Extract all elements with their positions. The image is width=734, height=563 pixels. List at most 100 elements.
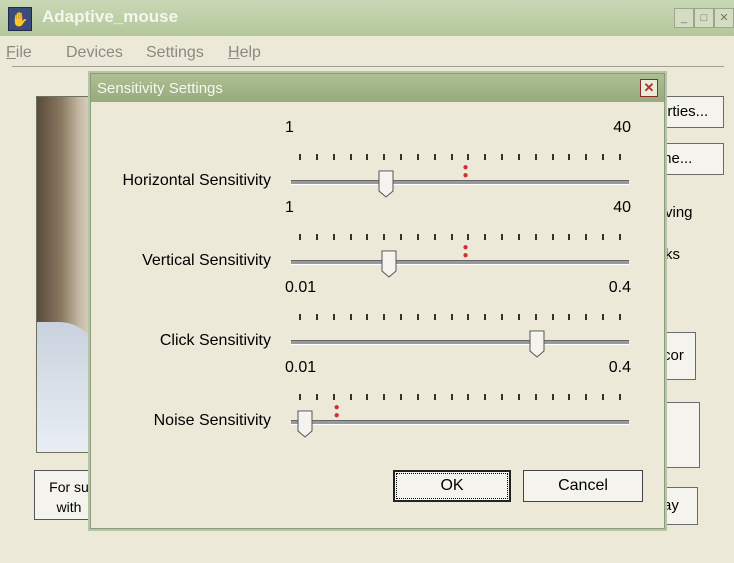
tick-mark	[602, 394, 605, 400]
tick-mark	[551, 314, 554, 320]
click-slider-track[interactable]	[291, 340, 629, 345]
tick-mark	[332, 234, 335, 240]
menu-devices[interactable]: Devices	[66, 44, 123, 62]
tick-mark	[450, 234, 453, 240]
tick-mark	[400, 314, 403, 320]
click-min-label: 0.01	[285, 279, 317, 296]
tick-mark	[602, 234, 605, 240]
tick-mark	[517, 234, 520, 240]
tick-mark	[315, 234, 318, 240]
noise-ticks	[299, 394, 621, 402]
click-ticks	[299, 314, 621, 322]
tick-mark	[400, 394, 403, 400]
tick-mark	[568, 234, 571, 240]
tick-mark	[433, 234, 436, 240]
tick-mark	[332, 394, 335, 400]
window-title: Adaptive_mouse	[42, 7, 179, 26]
tick-mark	[366, 394, 369, 400]
tick-mark	[299, 154, 301, 160]
tick-mark	[349, 314, 352, 320]
horizontal-min-label: 1	[285, 119, 294, 136]
tick-mark	[517, 314, 520, 320]
tick-mark	[568, 314, 571, 320]
tick-mark	[450, 394, 453, 400]
dialog-titlebar: Sensitivity Settings ✕	[91, 74, 664, 102]
tick-mark	[619, 154, 621, 160]
horizontal-ticks	[299, 154, 621, 162]
tick-mark	[383, 394, 386, 400]
menubar: File Devices Settings Help	[0, 38, 734, 66]
tick-mark	[467, 314, 470, 320]
noise-sensitivity-label: Noise Sensitivity	[153, 412, 271, 429]
tick-mark	[299, 234, 301, 240]
horizontal-marker-icon: ● ●	[462, 162, 469, 181]
tick-mark	[619, 394, 621, 400]
tick-mark	[400, 234, 403, 240]
close-button[interactable]: ✕	[714, 8, 734, 28]
tick-mark	[517, 394, 520, 400]
tick-mark	[484, 314, 487, 320]
tick-mark	[400, 154, 403, 160]
tick-mark	[366, 314, 369, 320]
tick-mark	[585, 394, 588, 400]
tick-mark	[299, 394, 301, 400]
ok-button[interactable]: OK	[393, 470, 511, 502]
noise-max-label: 0.4	[608, 359, 631, 376]
noise-min-label: 0.01	[285, 359, 317, 376]
vertical-slider-track[interactable]	[291, 260, 629, 265]
tick-mark	[450, 314, 453, 320]
sensitivity-dialog: Sensitivity Settings ✕ 1 40 Horizontal Sen…	[90, 73, 665, 529]
tick-mark	[383, 314, 386, 320]
tick-mark	[585, 154, 588, 160]
tick-mark	[585, 234, 588, 240]
click-sensitivity-label: Click Sensitivity	[159, 332, 271, 349]
tick-mark	[349, 394, 352, 400]
tick-mark	[332, 314, 335, 320]
tick-mark	[501, 394, 504, 400]
click-slider-thumb[interactable]	[529, 330, 545, 358]
tick-mark	[467, 234, 470, 240]
tick-mark	[534, 154, 537, 160]
maximize-button[interactable]: □	[694, 8, 714, 28]
tick-mark	[467, 394, 470, 400]
horizontal-max-label: 40	[613, 119, 631, 136]
vertical-slider-thumb[interactable]	[381, 250, 397, 278]
tick-mark	[568, 154, 571, 160]
tick-mark	[433, 154, 436, 160]
tick-mark	[484, 234, 487, 240]
dialog-close-button[interactable]: ✕	[640, 79, 658, 97]
horizontal-sensitivity-label: Horizontal Sensitivity	[122, 172, 272, 189]
option-text-ks: ks	[665, 246, 680, 263]
tick-mark	[602, 154, 605, 160]
tick-mark	[501, 314, 504, 320]
noise-slider-thumb[interactable]	[297, 410, 313, 438]
dialog-title: Sensitivity Settings	[97, 80, 223, 97]
horizontal-slider-track[interactable]	[291, 180, 629, 185]
menu-file[interactable]: File	[6, 44, 32, 62]
horizontal-slider-thumb[interactable]	[378, 170, 394, 198]
tick-mark	[366, 234, 369, 240]
tick-mark	[568, 394, 571, 400]
tick-mark	[534, 394, 537, 400]
tick-mark	[315, 394, 318, 400]
tick-mark	[517, 154, 520, 160]
tick-mark	[416, 154, 419, 160]
tick-mark	[534, 234, 537, 240]
noise-slider-track[interactable]	[291, 420, 629, 425]
menu-help[interactable]: Help	[228, 44, 261, 62]
tick-mark	[416, 394, 419, 400]
tick-mark	[299, 314, 301, 320]
vertical-min-label: 1	[285, 199, 294, 216]
app-icon: ✋	[8, 7, 32, 31]
minimize-button[interactable]: _	[674, 8, 694, 28]
cancel-button[interactable]: Cancel	[523, 470, 643, 502]
tick-mark	[551, 154, 554, 160]
menu-settings[interactable]: Settings	[146, 44, 204, 62]
tick-mark	[383, 154, 386, 160]
tick-mark	[450, 154, 453, 160]
tick-mark	[602, 314, 605, 320]
tick-mark	[484, 394, 487, 400]
tick-mark	[619, 234, 621, 240]
tick-mark	[484, 154, 487, 160]
vertical-marker-icon: ● ●	[462, 242, 469, 261]
